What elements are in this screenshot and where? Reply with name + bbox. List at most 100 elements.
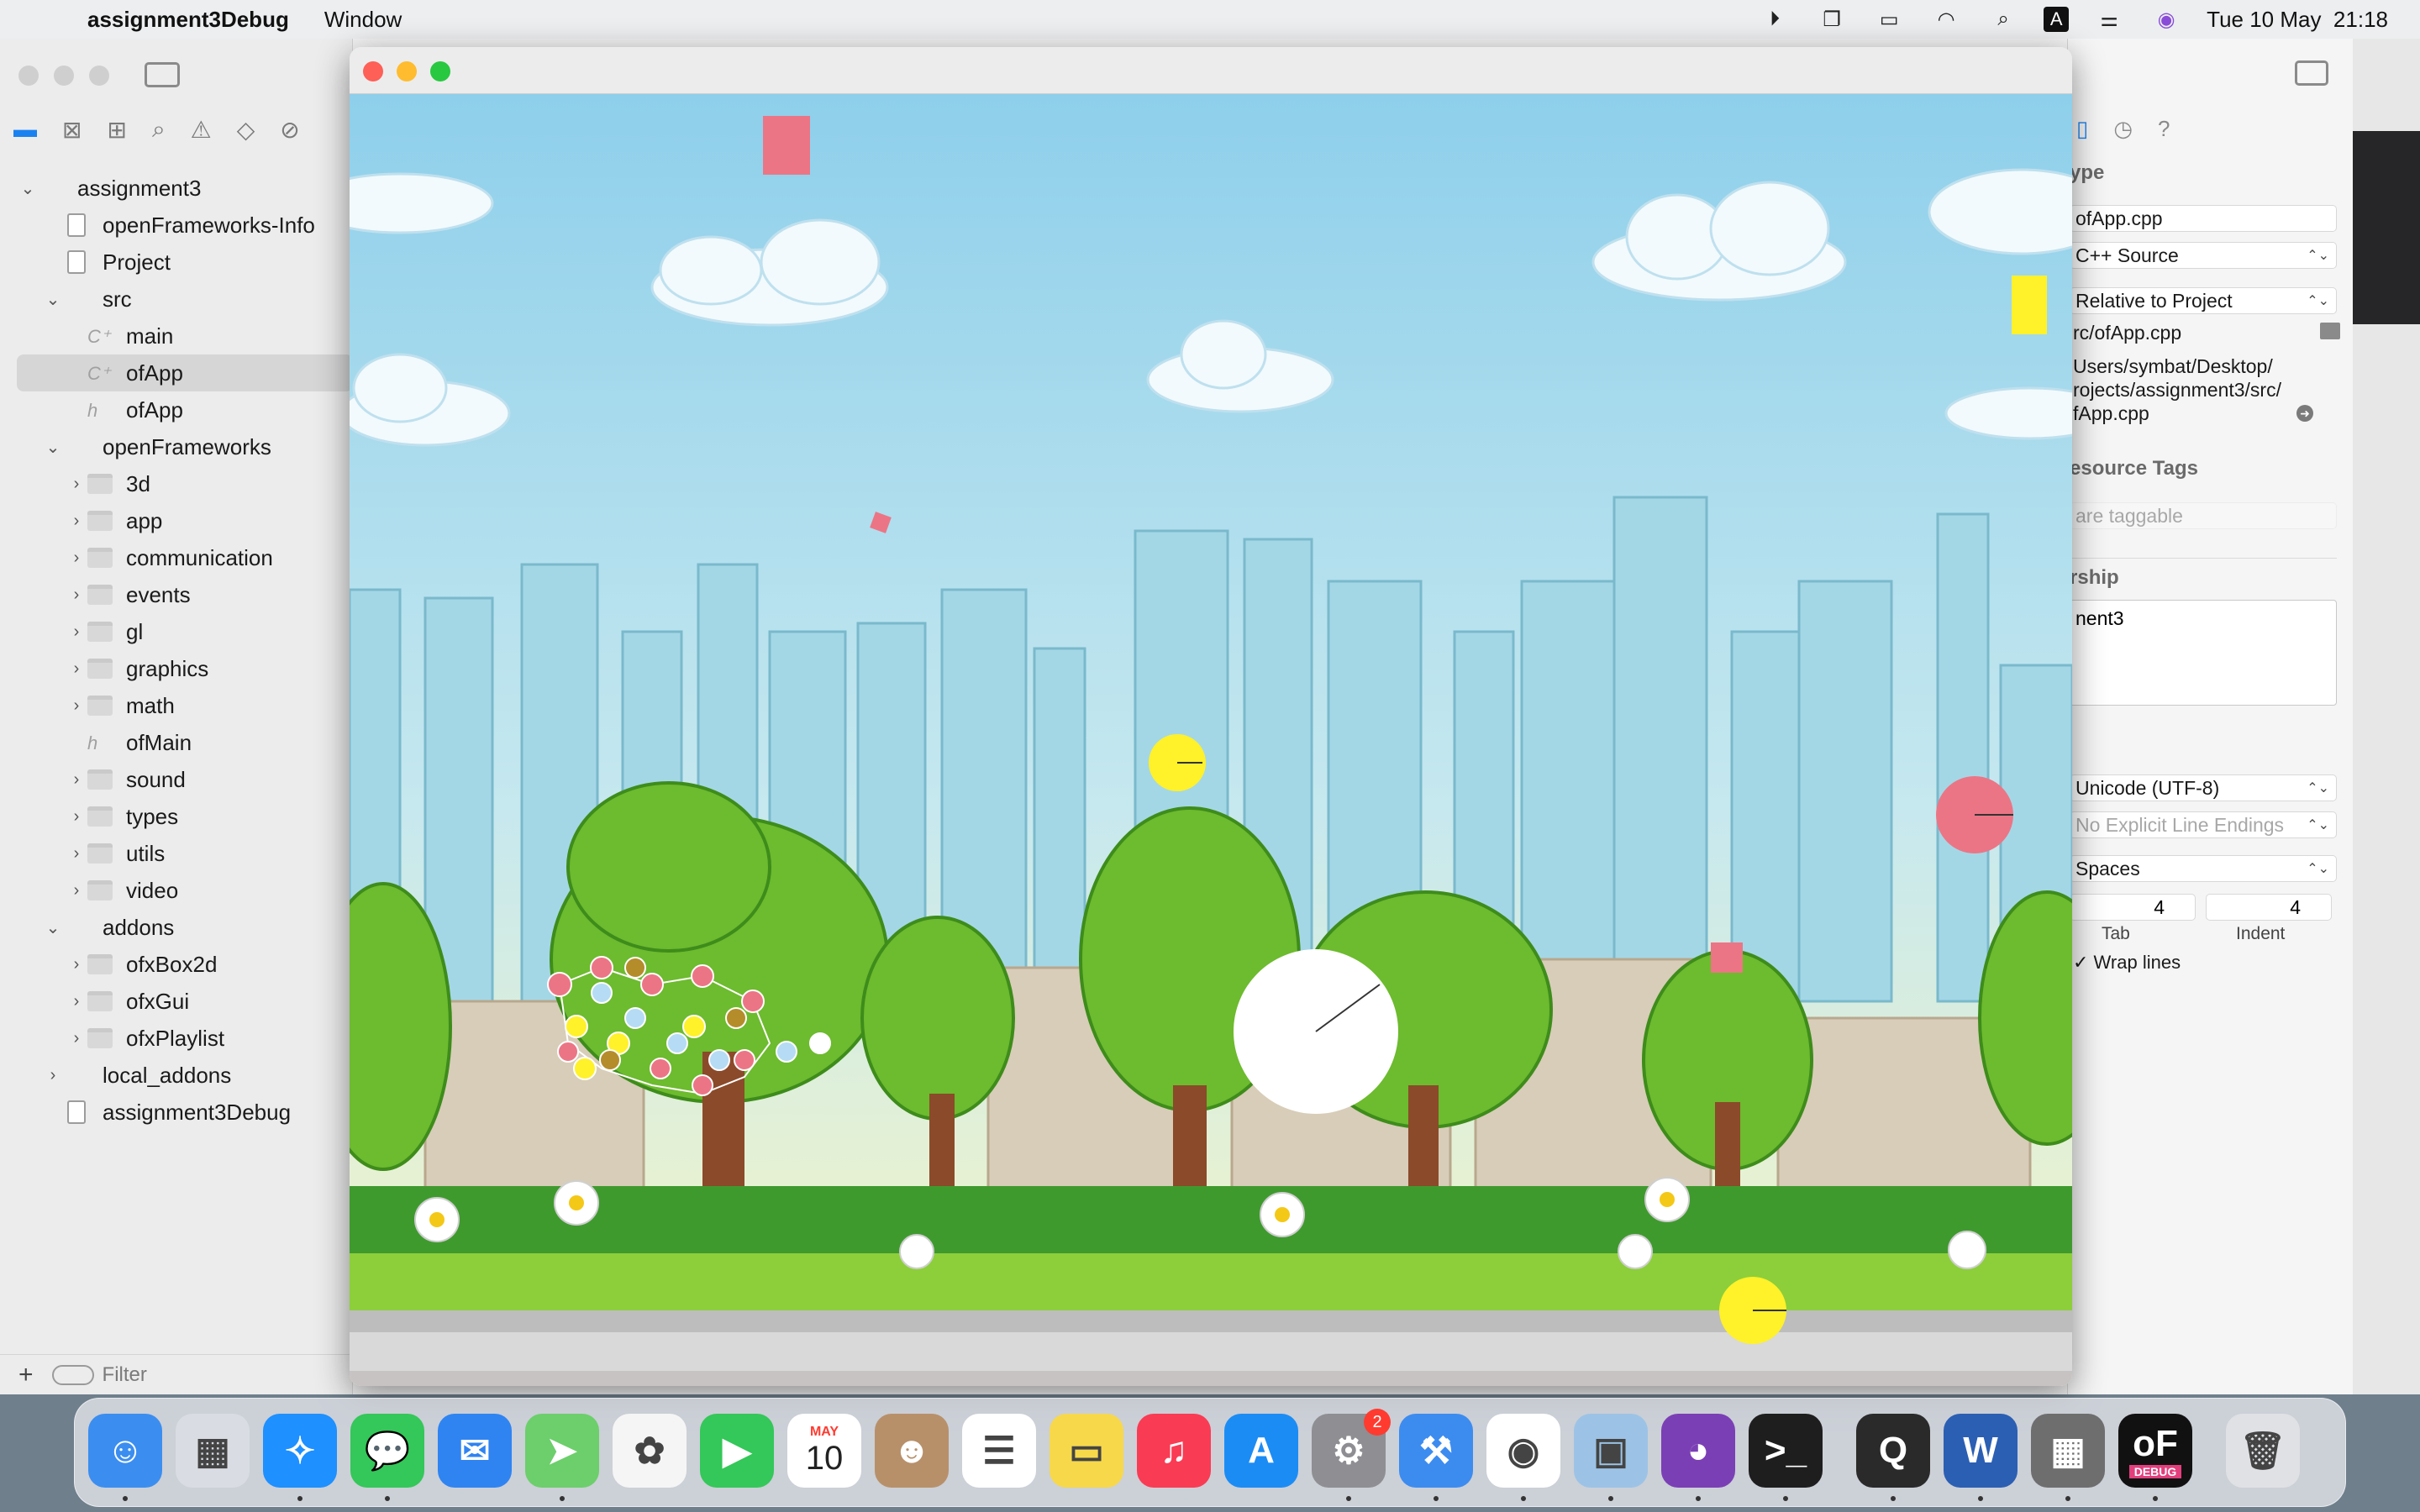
- help-icon[interactable]: ?: [2158, 116, 2170, 142]
- location-select[interactable]: Relative to Project: [2070, 287, 2337, 314]
- xcode-close-button[interactable]: [18, 66, 39, 86]
- zoom-button[interactable]: [430, 61, 450, 81]
- battery-icon[interactable]: ▭: [1872, 7, 1906, 32]
- chevron-right-icon[interactable]: ›: [67, 585, 86, 605]
- xcode-icon[interactable]: ⚒: [1399, 1414, 1473, 1488]
- game-canvas[interactable]: [350, 94, 2072, 1386]
- close-button[interactable]: [363, 61, 383, 81]
- quicktime-icon[interactable]: Q: [1856, 1414, 1930, 1488]
- trash-icon[interactable]: 🗑: [2226, 1414, 2300, 1488]
- file-tree-row[interactable]: › communication: [0, 539, 353, 576]
- reveal-folder-icon[interactable]: [2320, 323, 2340, 339]
- file-tree-row[interactable]: › math: [0, 687, 353, 724]
- chevron-down-icon[interactable]: ⌄: [18, 178, 37, 199]
- file-type-select[interactable]: C++ Source: [2070, 242, 2337, 269]
- file-inspector-icon[interactable]: ▯: [2076, 116, 2088, 142]
- contacts-icon[interactable]: ☻: [875, 1414, 949, 1488]
- file-tree-row[interactable]: ⌄ assignment3: [0, 170, 353, 207]
- file-tree-row[interactable]: › types: [0, 798, 353, 835]
- file-tree-row[interactable]: › local_addons: [0, 1057, 353, 1094]
- chrome-icon[interactable]: ◉: [1486, 1414, 1560, 1488]
- spotlight-search-icon[interactable]: ⌕: [1986, 7, 2020, 32]
- chevron-down-icon[interactable]: ⌄: [44, 289, 62, 310]
- file-tree-row[interactable]: › graphics: [0, 650, 353, 687]
- text-encoding-select[interactable]: Unicode (UTF-8): [2070, 774, 2337, 801]
- file-tree-row[interactable]: ⌄ addons: [0, 909, 353, 946]
- play-circle-icon[interactable]: ⏵: [1758, 7, 1791, 32]
- file-tree-row[interactable]: › app: [0, 502, 353, 539]
- file-name-field[interactable]: ofApp.cpp: [2070, 205, 2337, 232]
- facetime-icon[interactable]: ▶: [700, 1414, 774, 1488]
- symbol-icon[interactable]: ⊞: [107, 116, 126, 144]
- wrap-lines-checkbox[interactable]: ✓ Wrap lines: [2073, 951, 2181, 974]
- file-tree-row[interactable]: ⌄ src: [0, 281, 353, 318]
- file-tree-row[interactable]: h ofMain: [0, 724, 353, 761]
- github-desktop-icon[interactable]: ◕: [1661, 1414, 1735, 1488]
- reveal-arrow-icon[interactable]: ➜: [2296, 405, 2313, 422]
- chevron-right-icon[interactable]: ›: [44, 1066, 62, 1085]
- chevron-right-icon[interactable]: ›: [67, 659, 86, 679]
- wifi-icon[interactable]: ◠: [1929, 7, 1963, 32]
- filter-input[interactable]: Filter: [103, 1363, 147, 1387]
- file-tree-row[interactable]: Project: [0, 244, 353, 281]
- file-tree-row[interactable]: › gl: [0, 613, 353, 650]
- file-tree-row[interactable]: h ofApp: [0, 391, 353, 428]
- xcode-minimize-button[interactable]: [54, 66, 74, 86]
- file-tree-row[interactable]: openFrameworks-Info: [0, 207, 353, 244]
- messages-icon[interactable]: 💬: [350, 1414, 424, 1488]
- tab-width-stepper[interactable]: 4: [2070, 894, 2196, 921]
- chevron-right-icon[interactable]: ›: [67, 955, 86, 974]
- tags-field[interactable]: are taggable: [2070, 502, 2337, 529]
- folder-icon[interactable]: ▬: [13, 116, 37, 144]
- chevron-right-icon[interactable]: ›: [67, 881, 86, 900]
- file-tree-row[interactable]: C⁺ main: [0, 318, 353, 354]
- debug-icon[interactable]: ⊘: [280, 116, 299, 144]
- inspector-toggle-icon[interactable]: [2295, 60, 2328, 86]
- chevron-right-icon[interactable]: ›: [67, 807, 86, 827]
- target-membership-item[interactable]: nent3: [2075, 607, 2124, 629]
- file-tree-row[interactable]: › video: [0, 872, 353, 909]
- file-tree-row[interactable]: › 3d: [0, 465, 353, 502]
- preview-icon[interactable]: ▣: [1574, 1414, 1648, 1488]
- line-endings-select[interactable]: No Explicit Line Endings: [2070, 811, 2337, 838]
- xcode-zoom-button[interactable]: [89, 66, 109, 86]
- chevron-right-icon[interactable]: ›: [67, 770, 86, 790]
- siri-icon[interactable]: ◉: [2149, 7, 2183, 32]
- maps-icon[interactable]: ➤: [525, 1414, 599, 1488]
- file-tree-row[interactable]: › ofxBox2d: [0, 946, 353, 983]
- filter-icon[interactable]: [51, 1364, 94, 1385]
- calculator-icon[interactable]: ▦: [2031, 1414, 2105, 1488]
- chevron-right-icon[interactable]: ›: [67, 992, 86, 1011]
- window-menu[interactable]: Window: [324, 7, 402, 33]
- file-tree-row[interactable]: assignment3Debug: [0, 1094, 353, 1131]
- control-center-icon[interactable]: ⚌: [2092, 7, 2126, 32]
- test-icon[interactable]: ◇: [237, 116, 255, 144]
- sidebar-toggle-icon[interactable]: [145, 62, 180, 87]
- warning-icon[interactable]: ⚠: [191, 116, 212, 144]
- file-tree-row[interactable]: C⁺ ofApp: [17, 354, 353, 391]
- chevron-right-icon[interactable]: ›: [67, 549, 86, 568]
- chevron-down-icon[interactable]: ⌄: [44, 437, 62, 458]
- calendar-icon[interactable]: MAY 10: [787, 1414, 861, 1488]
- notes-icon[interactable]: ▭: [1050, 1414, 1123, 1488]
- find-icon[interactable]: ⌕: [152, 116, 166, 144]
- photos-icon[interactable]: ✿: [613, 1414, 687, 1488]
- chevron-right-icon[interactable]: ›: [67, 696, 86, 716]
- input-source-icon[interactable]: A: [2044, 7, 2070, 32]
- terminal-icon[interactable]: >_: [1749, 1414, 1823, 1488]
- word-icon[interactable]: W: [1944, 1414, 2018, 1488]
- music-icon[interactable]: ♫: [1137, 1414, 1211, 1488]
- chevron-right-icon[interactable]: ›: [67, 622, 86, 642]
- app-menu[interactable]: assignment3Debug: [87, 7, 289, 33]
- add-icon[interactable]: +: [18, 1361, 34, 1389]
- indent-width-stepper[interactable]: 4: [2206, 894, 2332, 921]
- system-preferences-icon[interactable]: ⚙ 2: [1312, 1409, 1391, 1488]
- openframeworks-debug-icon[interactable]: oF DEBUG: [2118, 1414, 2192, 1488]
- source-control-icon[interactable]: ⊠: [62, 116, 82, 144]
- chevron-right-icon[interactable]: ›: [67, 1029, 86, 1048]
- app-store-icon[interactable]: A: [1224, 1414, 1298, 1488]
- finder-icon[interactable]: ☺: [88, 1414, 162, 1488]
- file-tree-row[interactable]: › sound: [0, 761, 353, 798]
- history-icon[interactable]: ◷: [2113, 116, 2133, 142]
- launchpad-icon[interactable]: ▦: [176, 1414, 250, 1488]
